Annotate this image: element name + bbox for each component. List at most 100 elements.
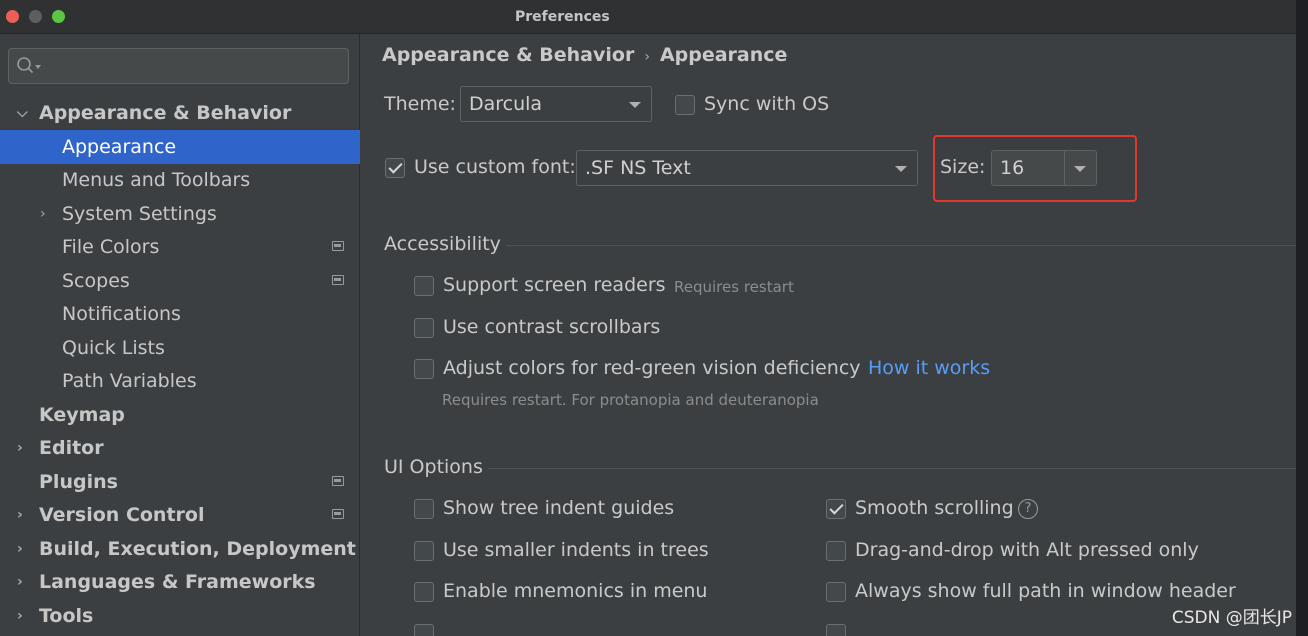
sidebar-item-languages-frameworks[interactable]: › Languages & Frameworks — [0, 565, 360, 599]
adjust-colors-label: Adjust colors for red-green vision defic… — [443, 357, 861, 379]
sidebar-item-tools[interactable]: › Tools — [0, 599, 360, 633]
font-size-value[interactable]: 16 — [1000, 151, 1024, 185]
section-divider — [488, 468, 1296, 469]
use-custom-font-checkbox[interactable] — [385, 158, 405, 178]
smooth-scrolling-checkbox[interactable] — [826, 499, 846, 519]
sidebar-item-label: Keymap — [39, 404, 125, 426]
sidebar-item-label: Path Variables — [62, 370, 197, 392]
sidebar-item-system-settings[interactable]: › System Settings — [0, 197, 360, 231]
sidebar-item-label: Build, Execution, Deployment — [39, 538, 356, 560]
sidebar-item-menus-toolbars[interactable]: Menus and Toolbars — [0, 163, 360, 197]
settings-content: Appearance & Behavior › Appearance Theme: … — [361, 34, 1296, 636]
dropdown-arrow-icon — [895, 166, 907, 172]
breadcrumb: Appearance & Behavior › Appearance — [382, 44, 787, 66]
smaller-indents-checkbox[interactable] — [414, 541, 434, 561]
sidebar-item-label: Menus and Toolbars — [62, 169, 251, 191]
support-screen-readers-label: Support screen readers — [443, 274, 666, 296]
window-title: Preferences — [515, 9, 610, 25]
chevron-right-icon: › — [17, 541, 23, 557]
project-settings-icon — [332, 509, 344, 519]
settings-search-input[interactable] — [8, 48, 349, 84]
sidebar-item-label: Plugins — [39, 471, 118, 493]
sidebar-item-version-control[interactable]: › Version Control — [0, 498, 360, 532]
smaller-indents-label: Use smaller indents in trees — [443, 539, 709, 561]
sidebar-item-scopes[interactable]: Scopes — [0, 264, 360, 298]
sidebar-item-file-colors[interactable]: File Colors — [0, 230, 360, 264]
requires-restart-hint: Requires restart — [674, 278, 794, 296]
breadcrumb-separator: › — [644, 49, 650, 65]
project-settings-icon — [332, 476, 344, 486]
chevron-right-icon: › — [17, 507, 23, 523]
sidebar-item-appearance-behavior[interactable]: ⌵ Appearance & Behavior — [0, 96, 360, 130]
support-screen-readers-checkbox[interactable] — [414, 276, 434, 296]
full-path-header-checkbox[interactable] — [826, 582, 846, 602]
sidebar-item-editor[interactable]: › Editor — [0, 431, 360, 465]
title-bar: Preferences — [0, 0, 1296, 34]
sidebar-item-appearance[interactable]: Appearance — [0, 130, 360, 164]
drag-drop-alt-checkbox[interactable] — [826, 541, 846, 561]
sidebar-item-path-variables[interactable]: Path Variables — [0, 364, 360, 398]
sidebar-item-label: File Colors — [62, 236, 160, 258]
contrast-scrollbars-checkbox[interactable] — [414, 318, 434, 338]
font-value: .SF NS Text — [585, 157, 691, 179]
sidebar-item-keymap[interactable]: Keymap — [0, 398, 360, 432]
project-settings-icon — [332, 275, 344, 285]
sidebar-item-label: Version Control — [39, 504, 205, 526]
font-dropdown[interactable]: .SF NS Text — [576, 150, 918, 186]
sidebar-item-label: System Settings — [62, 203, 217, 225]
combo-divider — [1064, 151, 1065, 185]
mnemonics-menu-label: Enable mnemonics in menu — [443, 580, 708, 602]
drag-drop-alt-label: Drag-and-drop with Alt pressed only — [855, 539, 1199, 561]
sidebar-item-label: Tools — [39, 605, 94, 627]
theme-dropdown[interactable]: Darcula — [460, 86, 652, 122]
project-settings-icon — [332, 241, 344, 251]
use-custom-font-label: Use custom font: — [414, 156, 576, 178]
sync-with-os-checkbox[interactable] — [675, 95, 695, 115]
partial-checkbox[interactable] — [414, 624, 434, 636]
theme-value: Darcula — [469, 93, 543, 115]
sidebar-item-label: Scopes — [62, 270, 130, 292]
chevron-down-icon: ⌵ — [17, 105, 28, 121]
breadcrumb-parent[interactable]: Appearance & Behavior — [382, 44, 634, 66]
sync-with-os-label: Sync with OS — [704, 93, 830, 115]
chevron-right-icon: › — [17, 440, 23, 456]
preferences-window: Preferences ⌵ Appearance & Behavior Appe… — [0, 0, 1296, 636]
breadcrumb-current: Appearance — [659, 44, 788, 66]
watermark: CSDN @团长JP — [1171, 608, 1292, 628]
sidebar-item-build-execution-deployment[interactable]: › Build, Execution, Deployment — [0, 532, 360, 566]
sidebar-item-label: Appearance & Behavior — [39, 102, 292, 124]
chevron-right-icon: › — [17, 608, 23, 624]
font-size-combo[interactable]: 16 — [991, 150, 1097, 186]
window-edge — [1296, 0, 1308, 636]
full-path-header-label: Always show full path in window header — [855, 580, 1236, 602]
theme-label: Theme: — [384, 93, 456, 115]
sidebar-item-label: Appearance — [62, 136, 177, 158]
search-icon — [17, 57, 41, 74]
adjust-colors-checkbox[interactable] — [414, 359, 434, 379]
color-deficiency-hint: Requires restart. For protanopia and deu… — [442, 391, 819, 409]
sidebar-item-label: Quick Lists — [62, 337, 165, 359]
sidebar-item-notifications[interactable]: Notifications — [0, 297, 360, 331]
help-icon[interactable]: ? — [1018, 499, 1038, 519]
sidebar-item-quick-lists[interactable]: Quick Lists — [0, 331, 360, 365]
smooth-scrolling-label: Smooth scrolling — [855, 497, 1014, 519]
partial-checkbox[interactable] — [826, 624, 846, 636]
font-size-label: Size: — [940, 156, 986, 178]
sidebar-item-label: Notifications — [62, 303, 181, 325]
tree-indent-guides-checkbox[interactable] — [414, 499, 434, 519]
sidebar-item-label: Editor — [39, 437, 104, 459]
accessibility-section-title: Accessibility — [384, 233, 501, 255]
contrast-scrollbars-label: Use contrast scrollbars — [443, 316, 661, 338]
ui-options-section-title: UI Options — [384, 456, 483, 478]
tree-indent-guides-label: Show tree indent guides — [443, 497, 675, 519]
dropdown-arrow-icon — [629, 102, 641, 108]
sidebar-item-label: Languages & Frameworks — [39, 571, 316, 593]
dropdown-arrow-icon[interactable] — [1074, 166, 1086, 172]
how-it-works-link[interactable]: How it works — [868, 357, 990, 379]
sidebar-item-plugins[interactable]: Plugins — [0, 465, 360, 499]
chevron-right-icon: › — [40, 206, 46, 222]
settings-sidebar: ⌵ Appearance & Behavior Appearance Menus… — [0, 34, 360, 636]
section-divider — [506, 245, 1296, 246]
chevron-right-icon: › — [17, 574, 23, 590]
mnemonics-menu-checkbox[interactable] — [414, 582, 434, 602]
